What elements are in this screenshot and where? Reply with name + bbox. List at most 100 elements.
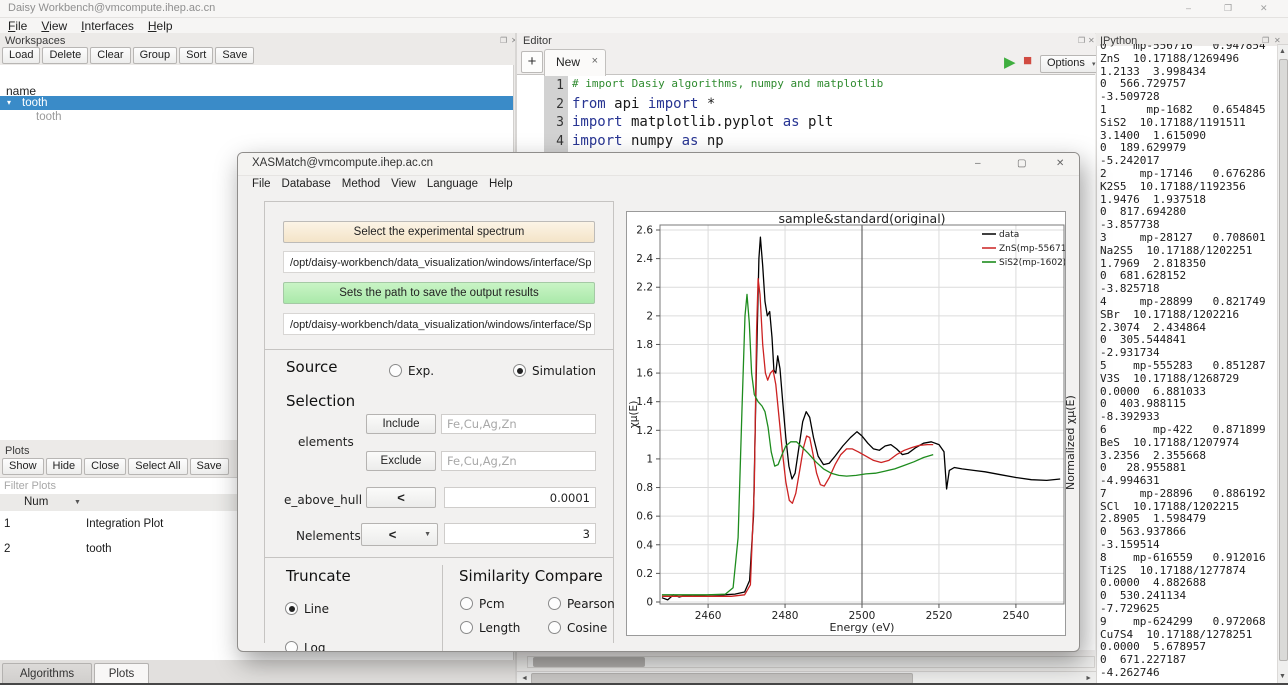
series-SiS2(mp-1602) <box>662 294 933 594</box>
x-axis-label: Energy (eV) <box>830 621 895 634</box>
exclude-elements-input[interactable] <box>441 451 596 471</box>
svg-text:2.4: 2.4 <box>636 253 653 265</box>
radio-circle-icon[interactable] <box>285 602 298 615</box>
options-label: Options <box>1047 57 1085 69</box>
load-button[interactable]: Load <box>2 47 40 64</box>
dialog-maximize-icon[interactable]: ▢ <box>1017 158 1026 169</box>
code-line: # import Dasiy algorithms, numpy and mat… <box>572 77 883 96</box>
menu-file[interactable]: File <box>252 178 271 190</box>
new-tab-button[interactable]: + <box>521 51 543 73</box>
minimize-icon[interactable]: – <box>1186 3 1191 13</box>
menu-view[interactable]: View <box>41 19 67 33</box>
tree-item-tooth[interactable]: tooth <box>0 110 513 124</box>
menu-method[interactable]: Method <box>342 178 380 190</box>
restore-icon[interactable]: ❐ <box>1224 3 1232 14</box>
run-icon[interactable]: ▶ <box>1004 53 1016 71</box>
radio-log[interactable]: Log <box>285 641 325 652</box>
tab-algorithms[interactable]: Algorithms <box>2 663 92 684</box>
ipython-vscroll-thumb[interactable] <box>1279 59 1288 661</box>
menu-database[interactable]: Database <box>282 178 331 190</box>
tree-item-tooth[interactable]: ▾tooth <box>0 96 513 110</box>
ipython-vscrollbar[interactable]: ▲ ▼ <box>1277 44 1288 685</box>
e-above-hull-value-input[interactable] <box>444 487 596 508</box>
tab-plots[interactable]: Plots <box>94 663 149 684</box>
nelements-operator-combobox[interactable]: < ▼ <box>361 523 438 546</box>
save-button[interactable]: Save <box>215 47 254 64</box>
output-path-field[interactable]: /opt/daisy-workbench/data_visualization/… <box>283 313 595 335</box>
include-button[interactable]: Include <box>366 414 436 434</box>
chart-canvas[interactable]: 2460248025002520254000.20.40.60.811.21.4… <box>626 211 1066 636</box>
dialog-minimize-icon[interactable]: – <box>975 158 981 169</box>
ipython-line: 5 mp-555283 0.851287 <box>1100 360 1277 373</box>
radio-circle-icon[interactable] <box>460 597 473 610</box>
select-all-button[interactable]: Select All <box>128 458 187 475</box>
menu-file[interactable]: File <box>8 19 27 33</box>
divider-truncate-similarity <box>442 565 443 651</box>
radio-line[interactable]: Line <box>285 602 329 615</box>
close-button[interactable]: Close <box>84 458 126 475</box>
code-lines[interactable]: # import Dasiy algorithms, numpy and mat… <box>572 75 1072 155</box>
radio-exp[interactable]: Exp. <box>389 364 434 377</box>
save-button[interactable]: Save <box>190 458 229 475</box>
radio-length[interactable]: Length <box>460 621 520 634</box>
clear-button[interactable]: Clear <box>90 47 130 64</box>
scroll-left-icon[interactable]: ◄ <box>521 674 528 683</box>
svg-text:1.6: 1.6 <box>636 368 653 380</box>
truncate-label: Truncate <box>286 567 351 585</box>
tab-close-icon[interactable]: × <box>592 55 598 67</box>
menu-help[interactable]: Help <box>148 19 173 33</box>
tab-new[interactable]: New × <box>544 49 606 76</box>
radio-cosine[interactable]: Cosine <box>548 621 607 634</box>
radio-circle-icon[interactable] <box>548 597 561 610</box>
dialog-menubar: File Database Method View Language Help <box>246 175 519 193</box>
e-above-hull-label: e_above_hull <box>284 493 362 507</box>
radio-simulation[interactable]: Simulation <box>513 364 596 377</box>
code-line: import numpy as np <box>572 133 724 152</box>
scroll-right-icon[interactable]: ► <box>1085 674 1092 683</box>
editor-hscroll-thumb[interactable] <box>533 657 645 667</box>
ipython-line: -8.392933 <box>1100 411 1277 424</box>
y-axis-label: χμ(E) <box>628 401 640 429</box>
plots-panel-title: Plots <box>5 445 29 457</box>
menu-view[interactable]: View <box>391 178 416 190</box>
sort-button[interactable]: Sort <box>179 47 213 64</box>
radio-circle-icon[interactable] <box>548 621 561 634</box>
delete-button[interactable]: Delete <box>42 47 88 64</box>
radio-pearson[interactable]: Pearson <box>548 597 615 610</box>
dialog-close-icon[interactable]: ✕ <box>1056 158 1064 169</box>
options-button[interactable]: Options ▾ <box>1040 55 1103 73</box>
radio-circle-icon[interactable] <box>460 621 473 634</box>
float-editor-icon[interactable]: ❐ <box>1078 36 1085 45</box>
editor-hscrollbar[interactable] <box>527 656 1095 668</box>
tree-expand-icon[interactable]: ▾ <box>7 96 11 110</box>
save-path-button[interactable]: Sets the path to save the output results <box>283 282 595 304</box>
plots-column-header[interactable]: Num <box>24 496 48 508</box>
close-editor-icon[interactable]: ✕ <box>1088 36 1095 45</box>
float-panel-icon[interactable]: ❐ <box>500 36 507 45</box>
radio-pcm[interactable]: Pcm <box>460 597 505 610</box>
include-elements-input[interactable] <box>441 414 596 434</box>
e-above-hull-operator-button[interactable]: < <box>366 487 436 508</box>
close-icon[interactable]: ✕ <box>1260 3 1268 14</box>
tab-label[interactable]: New <box>556 55 580 69</box>
radio-circle-icon[interactable] <box>285 641 298 652</box>
exclude-button[interactable]: Exclude <box>366 451 436 471</box>
hide-button[interactable]: Hide <box>46 458 83 475</box>
svg-text:0.8: 0.8 <box>636 482 653 494</box>
radio-circle-icon[interactable] <box>513 364 526 377</box>
group-button[interactable]: Group <box>133 47 178 64</box>
workspaces-toolbar: LoadDeleteClearGroupSortSave <box>2 47 254 64</box>
radio-circle-icon[interactable] <box>389 364 402 377</box>
ipython-console[interactable]: 0 mp-556716 0.947854ZnS 10.17188/1269496… <box>1100 44 1277 685</box>
select-spectrum-button[interactable]: Select the experimental spectrum <box>283 221 595 243</box>
column-dropdown-icon[interactable]: ▼ <box>74 499 81 506</box>
show-button[interactable]: Show <box>2 458 44 475</box>
spectrum-path-field[interactable]: /opt/daisy-workbench/data_visualization/… <box>283 251 595 273</box>
scroll-up-icon[interactable]: ▲ <box>1279 47 1286 56</box>
menu-interfaces[interactable]: Interfaces <box>81 19 134 33</box>
nelements-value-input[interactable] <box>444 523 596 544</box>
scroll-down-icon[interactable]: ▼ <box>1279 672 1286 681</box>
stop-icon[interactable]: ■ <box>1023 52 1032 69</box>
menu-help[interactable]: Help <box>489 178 513 190</box>
menu-language[interactable]: Language <box>427 178 478 190</box>
